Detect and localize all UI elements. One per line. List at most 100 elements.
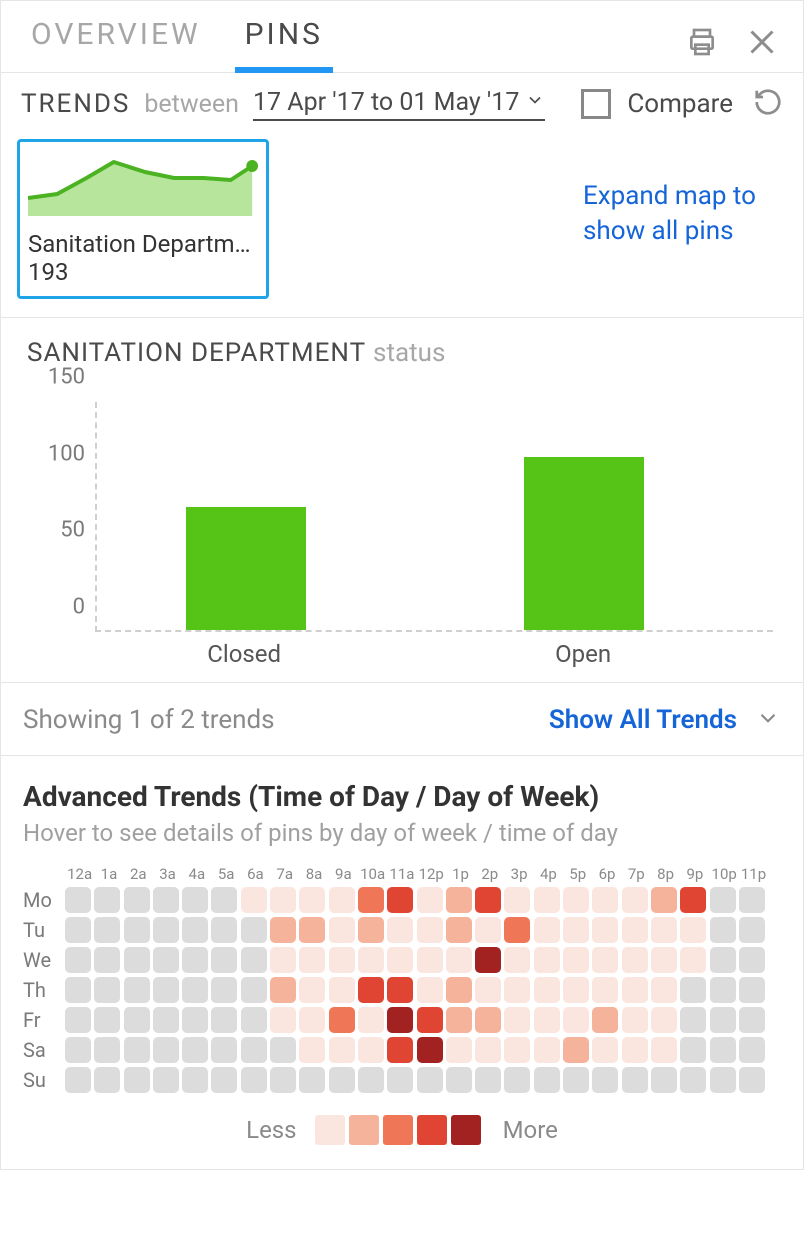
heat-cell[interactable] (534, 1067, 560, 1093)
heat-cell[interactable] (387, 917, 413, 943)
heat-cell[interactable] (182, 887, 208, 913)
heat-cell[interactable] (211, 1067, 237, 1093)
heat-cell[interactable] (475, 887, 501, 913)
heat-cell[interactable] (446, 1007, 472, 1033)
heat-cell[interactable] (211, 977, 237, 1003)
heat-cell[interactable] (534, 977, 560, 1003)
heat-cell[interactable] (270, 917, 296, 943)
heat-cell[interactable] (358, 1067, 384, 1093)
heat-cell[interactable] (241, 947, 267, 973)
heat-cell[interactable] (446, 947, 472, 973)
heat-cell[interactable] (153, 887, 179, 913)
heat-cell[interactable] (241, 1007, 267, 1033)
heat-cell[interactable] (387, 1037, 413, 1063)
heat-cell[interactable] (387, 1007, 413, 1033)
heat-cell[interactable] (710, 1007, 736, 1033)
heat-cell[interactable] (563, 1037, 589, 1063)
heat-cell[interactable] (94, 1067, 120, 1093)
heat-cell[interactable] (358, 917, 384, 943)
heat-cell[interactable] (211, 1007, 237, 1033)
heat-cell[interactable] (710, 1037, 736, 1063)
heat-cell[interactable] (534, 947, 560, 973)
heat-cell[interactable] (417, 977, 443, 1003)
heat-cell[interactable] (563, 1067, 589, 1093)
heat-cell[interactable] (124, 977, 150, 1003)
heat-cell[interactable] (710, 917, 736, 943)
heat-cell[interactable] (241, 887, 267, 913)
heat-cell[interactable] (592, 1037, 618, 1063)
heat-cell[interactable] (446, 977, 472, 1003)
heat-cell[interactable] (241, 1037, 267, 1063)
heat-cell[interactable] (124, 917, 150, 943)
heat-cell[interactable] (387, 977, 413, 1003)
heat-cell[interactable] (475, 1067, 501, 1093)
heat-cell[interactable] (622, 887, 648, 913)
heat-cell[interactable] (153, 917, 179, 943)
heat-cell[interactable] (94, 887, 120, 913)
heat-cell[interactable] (153, 977, 179, 1003)
heat-cell[interactable] (211, 887, 237, 913)
heat-cell[interactable] (651, 1007, 677, 1033)
heat-cell[interactable] (299, 1007, 325, 1033)
heat-cell[interactable] (739, 917, 765, 943)
heat-cell[interactable] (710, 977, 736, 1003)
heat-cell[interactable] (739, 977, 765, 1003)
heat-cell[interactable] (651, 887, 677, 913)
heat-cell[interactable] (270, 1007, 296, 1033)
heat-cell[interactable] (329, 947, 355, 973)
heat-cell[interactable] (182, 947, 208, 973)
heat-cell[interactable] (417, 1067, 443, 1093)
refresh-icon[interactable] (753, 87, 783, 121)
heat-cell[interactable] (504, 917, 530, 943)
heat-cell[interactable] (65, 977, 91, 1003)
heat-cell[interactable] (651, 917, 677, 943)
heat-cell[interactable] (124, 1037, 150, 1063)
heat-cell[interactable] (592, 977, 618, 1003)
show-all-trends-link[interactable]: Show All Trends (549, 705, 737, 735)
heat-cell[interactable] (329, 977, 355, 1003)
compare-checkbox[interactable] (581, 89, 611, 119)
heat-cell[interactable] (504, 1007, 530, 1033)
heat-cell[interactable] (651, 1067, 677, 1093)
heat-cell[interactable] (739, 947, 765, 973)
heat-cell[interactable] (534, 887, 560, 913)
heat-cell[interactable] (358, 977, 384, 1003)
heat-cell[interactable] (475, 1007, 501, 1033)
bar-open[interactable] (524, 457, 644, 630)
heat-cell[interactable] (622, 1037, 648, 1063)
heat-cell[interactable] (680, 917, 706, 943)
heat-cell[interactable] (504, 887, 530, 913)
heat-cell[interactable] (563, 887, 589, 913)
heat-cell[interactable] (211, 1037, 237, 1063)
heat-cell[interactable] (446, 917, 472, 943)
heat-cell[interactable] (446, 887, 472, 913)
heat-cell[interactable] (739, 1037, 765, 1063)
heat-cell[interactable] (94, 977, 120, 1003)
heat-cell[interactable] (329, 1067, 355, 1093)
heat-cell[interactable] (329, 1007, 355, 1033)
heat-cell[interactable] (563, 1007, 589, 1033)
heat-cell[interactable] (94, 917, 120, 943)
heat-cell[interactable] (446, 1037, 472, 1063)
heat-cell[interactable] (153, 1007, 179, 1033)
heat-cell[interactable] (358, 947, 384, 973)
heat-cell[interactable] (739, 887, 765, 913)
heat-cell[interactable] (563, 917, 589, 943)
tab-pins[interactable]: PINS (237, 11, 331, 72)
heat-cell[interactable] (65, 917, 91, 943)
heat-cell[interactable] (241, 1067, 267, 1093)
heat-cell[interactable] (358, 1007, 384, 1033)
heat-cell[interactable] (65, 887, 91, 913)
heat-cell[interactable] (65, 1007, 91, 1033)
heat-cell[interactable] (124, 947, 150, 973)
trend-card[interactable]: Sanitation Departme... 193 (17, 139, 269, 299)
heat-cell[interactable] (94, 947, 120, 973)
heat-cell[interactable] (358, 887, 384, 913)
heat-cell[interactable] (211, 947, 237, 973)
heat-cell[interactable] (680, 1007, 706, 1033)
heat-cell[interactable] (563, 977, 589, 1003)
heat-cell[interactable] (592, 887, 618, 913)
heat-cell[interactable] (504, 947, 530, 973)
heat-cell[interactable] (622, 1007, 648, 1033)
heat-cell[interactable] (124, 1007, 150, 1033)
